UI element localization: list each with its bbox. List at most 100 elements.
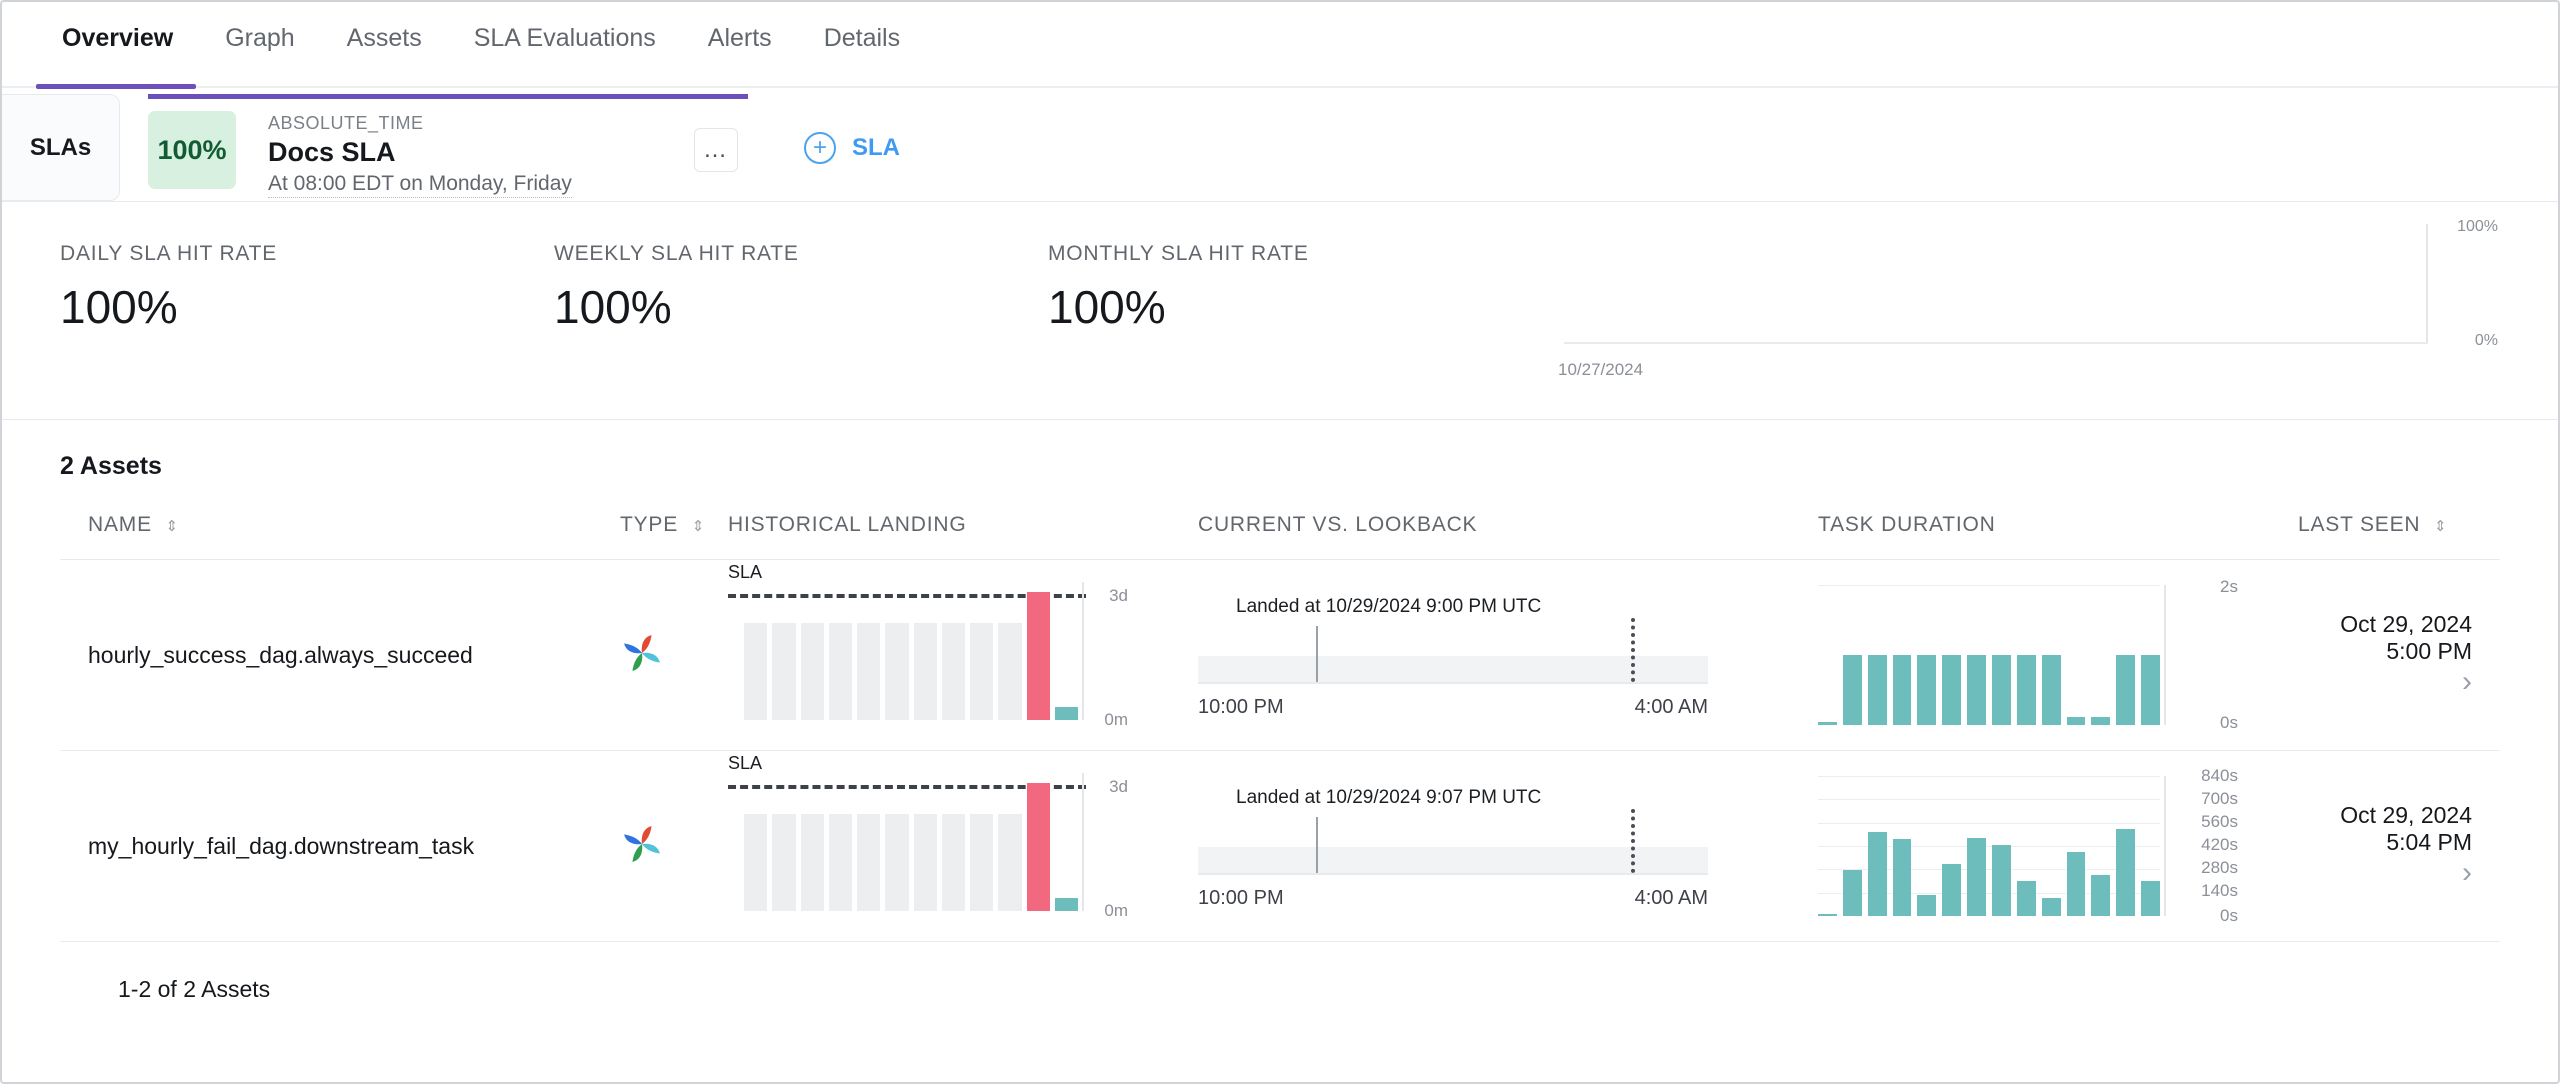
sla-percent-badge: 100% [148,111,236,189]
bar [885,814,909,911]
bar [828,814,852,911]
sla-card[interactable]: 100% ABSOLUTE_TIME Docs SLA At 08:00 EDT… [148,94,748,201]
lookback-baseline [1198,873,1708,875]
historical-bars [744,783,1078,911]
landed-marker [1316,626,1318,682]
bar-sla-miss [1026,592,1050,720]
tab-graph[interactable]: Graph [199,2,320,53]
bar [1942,864,1962,916]
daily-hit-rate-label: DAILY SLA HIT RATE [60,242,278,265]
sort-icon[interactable]: ⇕ [692,517,705,535]
cell-last-seen: Oct 29, 2024 5:04 PM › [2298,750,2500,942]
active-tab-indicator [36,84,196,89]
task-duration-chart: 2s 0s [1818,577,2238,732]
bar [1992,844,2011,916]
bar [941,623,965,720]
bar [913,814,937,911]
bar [772,814,796,911]
historical-ytick-top: 3d [1109,777,1128,796]
bar [2066,716,2086,725]
bar [800,814,824,911]
chart-x-axis [1564,342,2428,344]
bar-sla-miss [1026,783,1050,911]
weekly-hit-rate-label: WEEKLY SLA HIT RATE [554,242,799,265]
chevron-right-icon[interactable]: › [2462,856,2472,890]
sla-threshold-label: SLA [728,753,763,773]
lookback-xtick-end: 4:00 AM [1634,887,1708,909]
column-header-historical-landing: HISTORICAL LANDING [728,513,1198,560]
sla-overview-page: Overview Graph Assets SLA Evaluations Al… [0,0,2560,1084]
bar [2016,655,2036,725]
airflow-pinwheel-icon [624,825,660,862]
monthly-hit-rate: MONTHLY SLA HIT RATE 100% [1048,242,1542,334]
tab-divider [2,86,2558,88]
column-header-task-duration-label: TASK DURATION [1818,513,1996,536]
column-header-name[interactable]: NAME ⇕ [60,513,620,560]
bar [2141,881,2161,916]
historical-bars [744,592,1078,720]
asset-name: my_hourly_fail_dag.downstream_task [88,832,475,859]
duration-ytick: 280s [2201,858,2238,877]
table-row[interactable]: my_hourly_fail_dag.downstream_task SLA 3… [60,750,2500,942]
add-sla-button[interactable]: + SLA [804,131,900,164]
column-header-current-vs-lookback-label: CURRENT VS. LOOKBACK [1198,513,1478,536]
duration-bars [1818,776,2161,916]
tab-overview[interactable]: Overview [36,2,199,53]
add-sla-label: SLA [852,133,900,161]
plus-circle-icon: + [804,131,836,164]
bar [857,814,881,911]
bar [2041,897,2061,916]
tab-alerts[interactable]: Alerts [682,2,798,53]
bar [1917,655,1937,725]
duration-ytick: 0s [2220,713,2238,732]
duration-bars [1818,585,2161,725]
chevron-right-icon[interactable]: › [2462,665,2472,699]
cell-type [620,559,728,751]
bar [1867,655,1887,725]
sort-icon[interactable]: ⇕ [2434,517,2447,535]
bar [744,814,768,911]
lookback-xtick-end: 4:00 AM [1634,696,1708,718]
bar [2091,716,2111,725]
sla-threshold-label: SLA [728,562,763,582]
bar [800,623,824,720]
daily-hit-rate: DAILY SLA HIT RATE 100% [60,242,554,334]
chart-ytick-bottom: 0% [2474,332,2498,349]
bar [744,623,768,720]
slas-band: SLAs 100% ABSOLUTE_TIME Docs SLA At 08:0… [2,94,2558,202]
table-header-row: NAME ⇕ TYPE ⇕ HISTORICAL LANDING CURRENT… [60,513,2500,560]
bar [970,814,994,911]
tab-assets[interactable]: Assets [321,2,448,53]
tab-bar: Overview Graph Assets SLA Evaluations Al… [2,2,2558,90]
bar [998,623,1022,720]
asset-name: hourly_success_dag.always_succeed [88,641,473,668]
sla-overflow-menu-icon[interactable]: … [694,128,738,172]
landed-label: Landed at 10/29/2024 9:07 PM UTC [1236,787,1542,808]
tab-details[interactable]: Details [798,2,926,53]
slas-section-label: SLAs [2,94,120,201]
table-row[interactable]: hourly_success_dag.always_succeed SLA 3d… [60,559,2500,751]
bar [2116,655,2136,725]
column-header-last-seen[interactable]: LAST SEEN ⇕ [2298,513,2500,560]
bar [857,623,881,720]
landed-marker [1316,817,1318,873]
bar [941,814,965,911]
weekly-hit-rate-value: 100% [554,281,672,333]
sort-icon[interactable]: ⇕ [166,517,179,535]
bar [1967,837,1987,916]
hit-rates-section: DAILY SLA HIT RATE 100% WEEKLY SLA HIT R… [2,202,2558,420]
bar [2016,881,2036,916]
column-header-type[interactable]: TYPE ⇕ [620,513,728,560]
bar [885,623,909,720]
current-vs-lookback-chart: Landed at 10/29/2024 9:07 PM UTC 10:00 P… [1198,787,1708,909]
bar [1842,655,1862,725]
lookback-xtick-start: 10:00 PM [1198,887,1284,909]
tab-sla-evaluations[interactable]: SLA Evaluations [448,2,682,53]
bar [1867,832,1887,916]
airflow-pinwheel-icon [624,634,660,671]
duration-plot [1818,776,2161,916]
sla-type-label: ABSOLUTE_TIME [268,112,424,133]
historical-y-axis [1082,582,1084,720]
lookback-baseline [1198,682,1708,684]
expected-marker [1631,618,1635,682]
